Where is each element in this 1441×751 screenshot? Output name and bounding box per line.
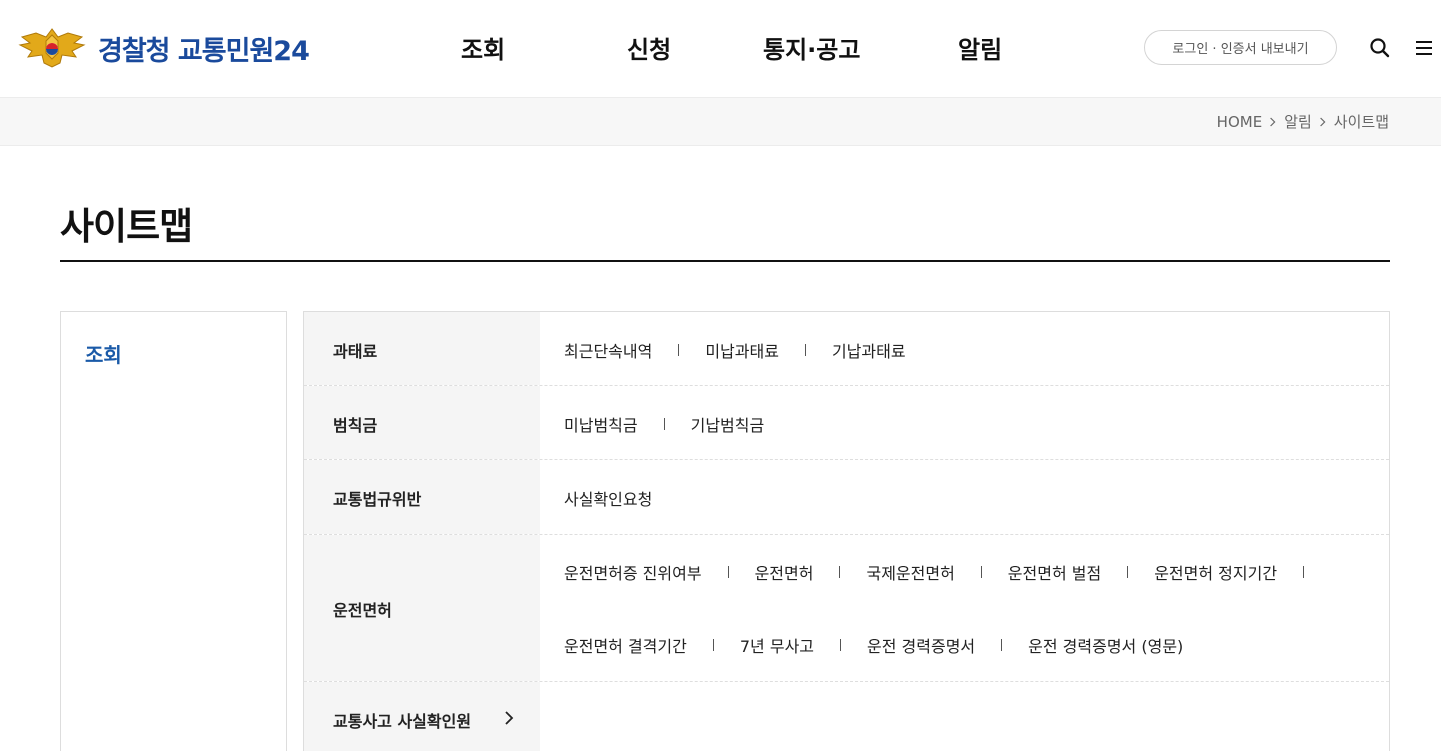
sitemap-row-head: 교통법규위반 <box>304 460 540 534</box>
sitemap-link[interactable]: 운전면허증 진위여부 <box>564 560 702 584</box>
sitemap-table: 과태료 최근단속내역 미납과태료 기납과태료 범칙금 미납범칙금 기납범칙금 교… <box>303 311 1390 751</box>
link-separator <box>712 639 714 651</box>
title-divider <box>60 260 1390 262</box>
sitemap-link[interactable]: 최근단속내역 <box>564 338 652 362</box>
sitemap-link[interactable]: 사실확인요청 <box>564 486 652 510</box>
sitemap-link[interactable]: 운전면허 정지기간 <box>1154 560 1277 584</box>
link-separator <box>1127 566 1129 578</box>
link-separator <box>1303 566 1305 578</box>
sitemap-row[interactable]: 교통사고 사실확인원 <box>304 682 1389 751</box>
sitemap-category-label[interactable]: 조회 <box>85 339 122 368</box>
page-title: 사이트맵 <box>60 205 193 248</box>
breadcrumb-home[interactable]: HOME <box>1217 113 1263 131</box>
link-separator <box>840 639 842 651</box>
sitemap-link[interactable]: 국제운전면허 <box>866 560 954 584</box>
sitemap-link[interactable]: 운전 경력증명서 <box>867 633 975 657</box>
sitemap-link[interactable]: 운전면허 <box>755 560 814 584</box>
link-separator <box>727 566 729 578</box>
sitemap-row: 교통법규위반 사실확인요청 <box>304 460 1389 535</box>
sitemap-row-head[interactable]: 교통사고 사실확인원 <box>304 682 540 751</box>
sitemap-row-label[interactable]: 교통사고 사실확인원 <box>333 708 471 732</box>
sitemap-row-label: 운전면허 <box>333 601 392 620</box>
sitemap-link[interactable]: 미납범칙금 <box>564 412 638 436</box>
sitemap-link[interactable]: 기납범칙금 <box>691 412 765 436</box>
sitemap-row-head: 범칙금 <box>304 386 540 459</box>
sitemap-row: 과태료 최근단속내역 미납과태료 기납과태료 <box>304 312 1389 386</box>
search-icon[interactable] <box>1368 36 1392 60</box>
site-logo[interactable]: 경찰청 교통민원24 <box>16 24 310 72</box>
sitemap-row-label: 교통법규위반 <box>333 490 422 509</box>
sitemap-row-label: 범칙금 <box>333 416 378 435</box>
sitemap-row: 운전면허 운전면허증 진위여부 운전면허 국제운전면허 운전면허 벌점 운전면허… <box>304 535 1389 682</box>
site-header: 경찰청 교통민원24 조회 신청 통지·공고 알림 로그인 · 인증서 내보내기 <box>0 0 1441 98</box>
nav-item-apply[interactable]: 신청 <box>627 30 671 65</box>
sitemap-row-head: 과태료 <box>304 312 540 385</box>
link-separator <box>1001 639 1003 651</box>
sitemap-row: 범칙금 미납범칙금 기납범칙금 <box>304 386 1389 460</box>
breadcrumb: HOME 알림 사이트맵 <box>1217 111 1389 132</box>
police-emblem-icon <box>18 28 86 68</box>
link-separator <box>980 566 982 578</box>
nav-item-alerts[interactable]: 알림 <box>958 30 1002 65</box>
link-separator <box>804 344 806 356</box>
sitemap-link[interactable]: 기납과태료 <box>832 338 906 362</box>
sitemap-link[interactable]: 7년 무사고 <box>740 633 814 657</box>
chevron-right-icon <box>1319 116 1327 128</box>
breadcrumb-current: 사이트맵 <box>1333 113 1389 131</box>
nav-item-inquiry[interactable]: 조회 <box>461 30 505 65</box>
chevron-right-icon[interactable] <box>504 710 514 729</box>
sitemap-row-label: 과태료 <box>333 342 378 361</box>
sitemap-row-head: 운전면허 <box>304 535 540 681</box>
link-separator <box>839 566 841 578</box>
chevron-right-icon <box>1269 116 1277 128</box>
sitemap-link[interactable]: 운전면허 벌점 <box>1008 560 1101 584</box>
sitemap-link[interactable]: 미납과태료 <box>705 338 779 362</box>
breadcrumb-alerts[interactable]: 알림 <box>1284 111 1312 132</box>
nav-item-notice[interactable]: 통지·공고 <box>763 30 860 65</box>
login-button[interactable]: 로그인 · 인증서 내보내기 <box>1144 30 1337 65</box>
location-bar: HOME 알림 사이트맵 <box>0 98 1441 146</box>
sitemap-link[interactable]: 운전 경력증명서 (영문) <box>1028 633 1183 657</box>
link-separator <box>678 344 680 356</box>
hamburger-menu-icon[interactable] <box>1413 36 1437 60</box>
sitemap-link[interactable]: 운전면허 결격기간 <box>564 633 687 657</box>
link-separator <box>663 418 665 430</box>
sitemap-category-box: 조회 <box>60 311 287 751</box>
logo-text: 경찰청 교통민원24 <box>98 35 310 67</box>
